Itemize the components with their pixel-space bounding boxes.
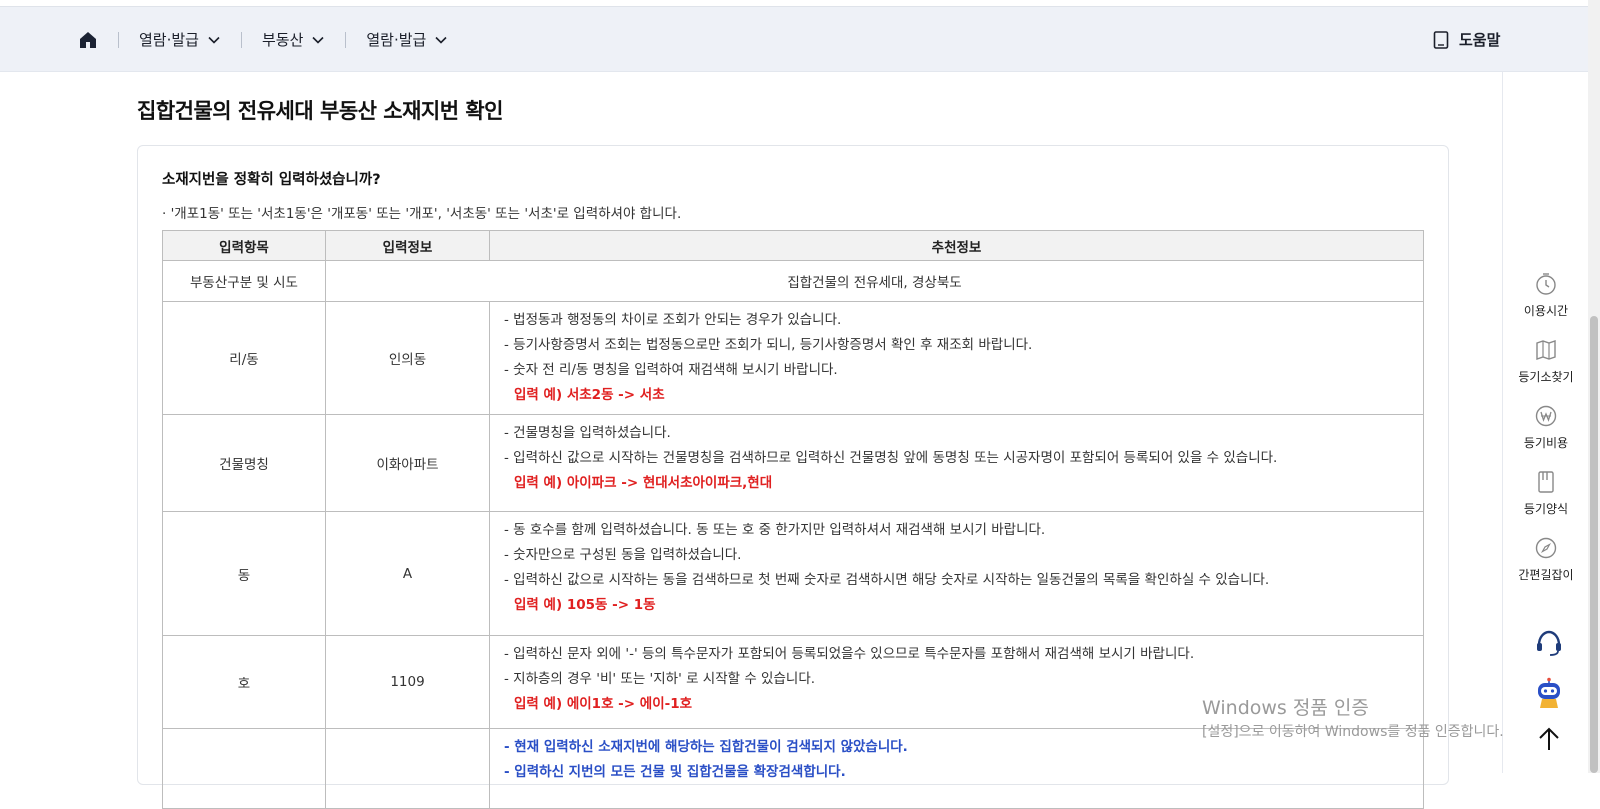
quick-menu-registry-forms[interactable]: 등기양식 (1503, 470, 1589, 517)
recommendation-cell: - 건물명칭을 입력하셨습니다. - 입력하신 값으로 시작하는 건물명칭을 검… (489, 414, 1424, 512)
scrollbar-thumb[interactable] (1590, 316, 1598, 773)
book-icon (1433, 30, 1449, 49)
recommendation-line: - 동 호수를 함께 입력하셨습니다. 동 또는 호 중 한가지만 입력하셔서 … (504, 522, 1046, 538)
row-merged-value: 집합건물의 전유세대, 경상북도 (325, 260, 1424, 302)
input-example: 입력 예) 아이파크 -> 현대서초아이파크,현대 (514, 475, 773, 491)
recommendation-line: - 입력하신 문자 외에 '-' 등의 특수문자가 포함되어 등록되었을수 있으… (504, 646, 1195, 662)
page-scrollbar[interactable] (1588, 0, 1600, 773)
panel-question: 소재지번을 정확히 입력하셨습니까? (162, 172, 381, 188)
recommendation-line: - 숫자만으로 구성된 동을 입력하셨습니다. (504, 547, 742, 563)
column-header: 입력항목 (162, 230, 326, 261)
recommendation-cell: - 동 호수를 함께 입력하셨습니다. 동 또는 호 중 한가지만 입력하셔서 … (489, 511, 1424, 636)
browser-top-edge (0, 0, 1588, 7)
recommendation-cell: - 법정동과 행정동의 차이로 조회가 안되는 경우가 있습니다. - 등기사항… (489, 301, 1424, 415)
quick-menu-label: 등기소찾기 (1518, 370, 1574, 384)
recommendation-line: - 입력하신 값으로 시작하는 건물명칭을 검색하므로 입력하신 건물명칭 앞에… (504, 450, 1278, 466)
address-check-panel: 소재지번을 정확히 입력하셨습니까? · '개포1동' 또는 '서초1동'은 '… (137, 145, 1449, 809)
chevron-down-icon (434, 33, 448, 47)
quick-menu-rail: 이용시간 등기소찾기 등기비용 등기양식 간편길잡이 (1502, 72, 1588, 773)
top-navigation-bar: 열람·발급 부동산 열람·발급 (0, 7, 1588, 72)
recommendation-line: - 건물명칭을 입력하셨습니다. (504, 425, 671, 441)
nav-menu-label: 열람·발급 (366, 31, 427, 49)
windows-activation-watermark: Windows 정품 인증 [설정]으로 이동하여 Windows를 정품 인증… (1202, 696, 1504, 744)
row-label (162, 728, 326, 809)
row-label: 호 (162, 635, 326, 729)
compass-icon (1534, 536, 1558, 560)
table-row: 부동산구분 및 시도 집합건물의 전유세대, 경상북도 (162, 260, 1424, 302)
table-header-row: 입력항목 입력정보 추천정보 (162, 230, 1424, 261)
chevron-down-icon (311, 33, 325, 47)
page-title: 집합건물의 전유세대 부동산 소재지번 확인 (137, 99, 504, 123)
watermark-title: Windows 정품 인증 (1202, 697, 1369, 719)
map-icon (1534, 338, 1558, 362)
document-icon (1534, 470, 1558, 494)
row-label: 부동산구분 및 시도 (162, 260, 326, 302)
quick-menu-service-hours[interactable]: 이용시간 (1503, 272, 1589, 319)
row-value: 1109 (325, 635, 490, 729)
quick-menu-label: 이용시간 (1523, 304, 1569, 318)
recommendation-line: - 숫자 전 리/동 명칭을 입력하여 재검색해 보시기 바랍니다. (504, 362, 838, 378)
quick-menu-find-registry[interactable]: 등기소찾기 (1503, 338, 1589, 385)
row-value: A (325, 511, 490, 636)
row-value: 이화아파트 (325, 414, 490, 512)
nav-menu-label: 열람·발급 (139, 31, 199, 49)
row-value (325, 728, 490, 809)
table-row: 리/동 인의동 - 법정동과 행정동의 차이로 조회가 안되는 경우가 있습니다… (162, 301, 1424, 415)
table-row: 건물명칭 이화아파트 - 건물명칭을 입력하셨습니다. - 입력하신 값으로 시… (162, 414, 1424, 512)
quick-menu-label: 간편길잡이 (1518, 568, 1574, 582)
row-label: 리/동 (162, 301, 326, 415)
nav-menu-view-issue[interactable]: 열람·발급 (139, 29, 221, 50)
nav-menu-view-issue-sub[interactable]: 열람·발급 (366, 29, 448, 50)
row-label: 동 (162, 511, 326, 636)
input-example: 입력 예) 서초2동 -> 서초 (514, 387, 665, 403)
quick-menu-registry-cost[interactable]: 등기비용 (1503, 404, 1589, 451)
nav-divider (118, 31, 119, 48)
quick-menu-label: 등기양식 (1523, 502, 1569, 516)
home-icon[interactable] (78, 30, 98, 50)
recommendation-line: - 입력하신 값으로 시작하는 동을 검색하므로 첫 번째 숫자로 검색하시면 … (504, 572, 1270, 588)
help-label: 도움말 (1459, 31, 1501, 49)
help-button[interactable]: 도움말 (1433, 7, 1500, 72)
recommendation-line: - 법정동과 행정동의 차이로 조회가 안되는 경우가 있습니다. (504, 312, 842, 328)
nav-divider (240, 31, 242, 48)
column-header: 추천정보 (489, 230, 1424, 261)
column-header: 입력정보 (325, 230, 490, 261)
input-example: 입력 예) 105동 -> 1동 (514, 597, 656, 613)
quick-menu-easy-guide[interactable]: 간편길잡이 (1503, 536, 1589, 583)
nav-menu-real-estate[interactable]: 부동산 (262, 29, 325, 50)
watermark-subtitle: [설정]으로 이동하여 Windows를 정품 인증합니다. (1202, 724, 1504, 740)
breadcrumb: 열람·발급 부동산 열람·발급 (78, 7, 448, 72)
clock-icon (1534, 272, 1558, 296)
recommendation-line: - 지하층의 경우 '비' 또는 '지하' 로 시작할 수 있습니다. (504, 671, 816, 687)
nav-menu-label: 부동산 (261, 31, 304, 49)
chevron-down-icon (207, 33, 221, 47)
recommendation-line: - 등기사항증명서 조회는 법정동으로만 조회가 되니, 등기사항증명서 확인 … (504, 337, 1033, 353)
row-label: 건물명칭 (162, 414, 326, 512)
row-value: 인의동 (325, 301, 490, 415)
chatbot-robot-icon[interactable] (1532, 676, 1566, 710)
panel-note: · '개포1동' 또는 '서초1동'은 '개포동' 또는 '개포', '서초동'… (162, 206, 682, 222)
arrow-up-icon[interactable] (1532, 722, 1566, 756)
headset-icon[interactable] (1532, 626, 1566, 660)
won-coin-icon (1534, 404, 1558, 428)
table-row: 동 A - 동 호수를 함께 입력하셨습니다. 동 또는 호 중 한가지만 입력… (162, 511, 1424, 636)
nav-divider (345, 31, 347, 48)
quick-menu-label: 등기비용 (1523, 436, 1569, 450)
